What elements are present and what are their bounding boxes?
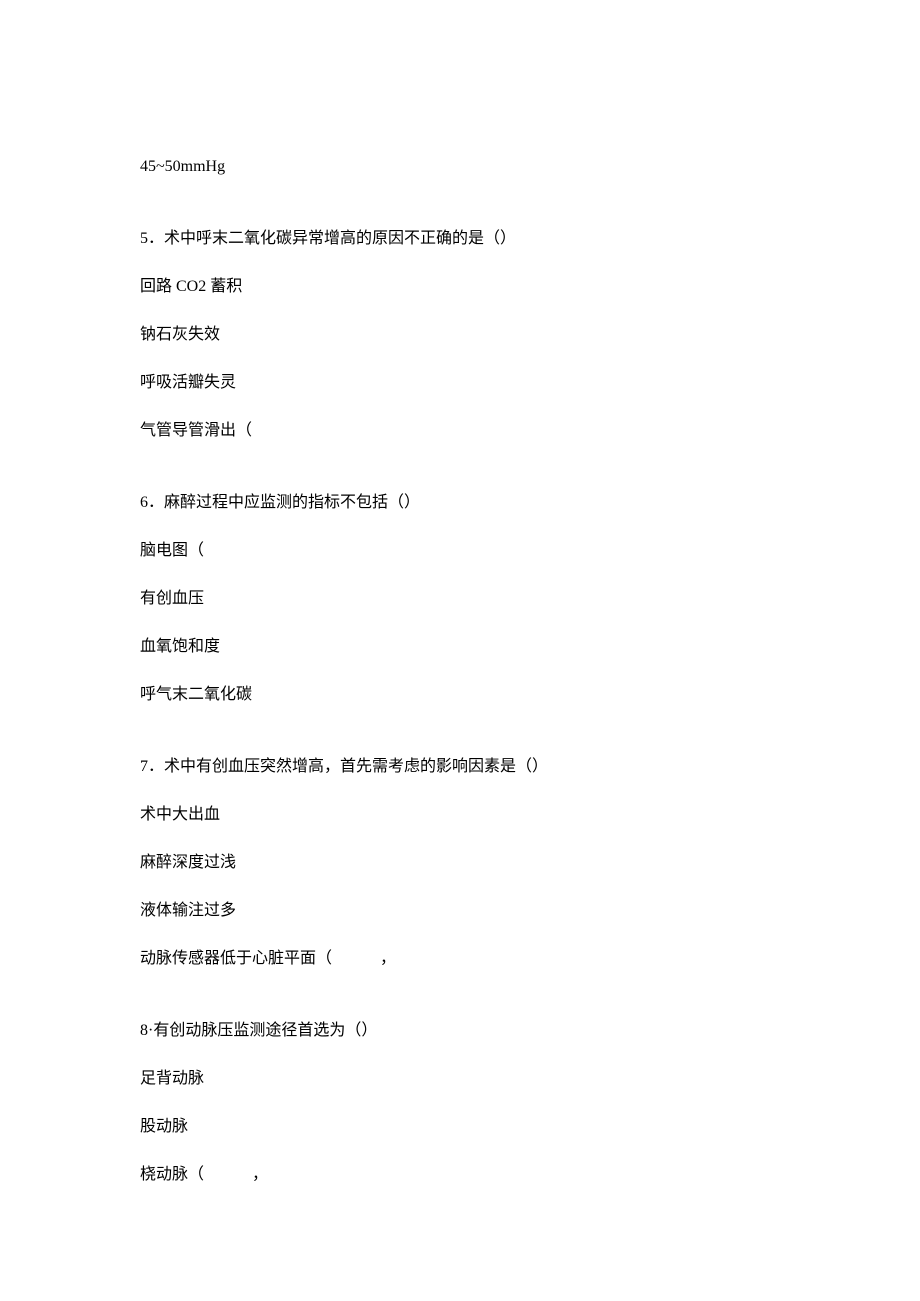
option: 有创血压 (140, 587, 780, 611)
option: 术中大出血 (140, 803, 780, 827)
question-6: 6．麻醉过程中应监测的指标不包括（） 脑电图（ 有创血压 血氧饱和度 呼气末二氧… (140, 491, 780, 707)
question-text: ·有创动脉压监测途径首选为（） (148, 1022, 377, 1039)
question-number: 7 (140, 758, 148, 775)
option: 钠石灰失效 (140, 323, 780, 347)
question-number: 8 (140, 1022, 148, 1039)
option: 股动脉 (140, 1115, 780, 1139)
document-content: 45~50mmHg 5．术中呼末二氧化碳异常增高的原因不正确的是（） 回路 CO… (0, 0, 920, 1187)
question-stem: 8·有创动脉压监测途径首选为（） (140, 1019, 780, 1043)
question-stem: 5．术中呼末二氧化碳异常增高的原因不正确的是（） (140, 227, 780, 251)
option: 呼气末二氧化碳 (140, 683, 780, 707)
option: 血氧饱和度 (140, 635, 780, 659)
option: 桡动脉（ ， (140, 1163, 780, 1187)
option: 呼吸活瓣失灵 (140, 371, 780, 395)
question-text: ．术中呼末二氧化碳异常增高的原因不正确的是（） (148, 230, 516, 247)
option: 动脉传感器低于心脏平面（ ， (140, 947, 780, 971)
question-7: 7．术中有创血压突然增高，首先需考虑的影响因素是（） 术中大出血 麻醉深度过浅 … (140, 755, 780, 971)
option: 回路 CO2 蓄积 (140, 275, 780, 299)
question-number: 6 (140, 494, 148, 511)
question-text: ．麻醉过程中应监测的指标不包括（） (148, 494, 420, 511)
option: 气管导管滑出（ (140, 419, 780, 443)
question-8: 8·有创动脉压监测途径首选为（） 足背动脉 股动脉 桡动脉（ ， (140, 1019, 780, 1187)
question-number: 5 (140, 230, 148, 247)
orphan-option: 45~50mmHg (140, 155, 780, 179)
question-5: 5．术中呼末二氧化碳异常增高的原因不正确的是（） 回路 CO2 蓄积 钠石灰失效… (140, 227, 780, 443)
question-stem: 7．术中有创血压突然增高，首先需考虑的影响因素是（） (140, 755, 780, 779)
question-stem: 6．麻醉过程中应监测的指标不包括（） (140, 491, 780, 515)
option: 麻醉深度过浅 (140, 851, 780, 875)
option: 脑电图（ (140, 539, 780, 563)
question-text: ．术中有创血压突然增高，首先需考虑的影响因素是（） (148, 758, 548, 775)
option: 足背动脉 (140, 1067, 780, 1091)
option: 液体输注过多 (140, 899, 780, 923)
